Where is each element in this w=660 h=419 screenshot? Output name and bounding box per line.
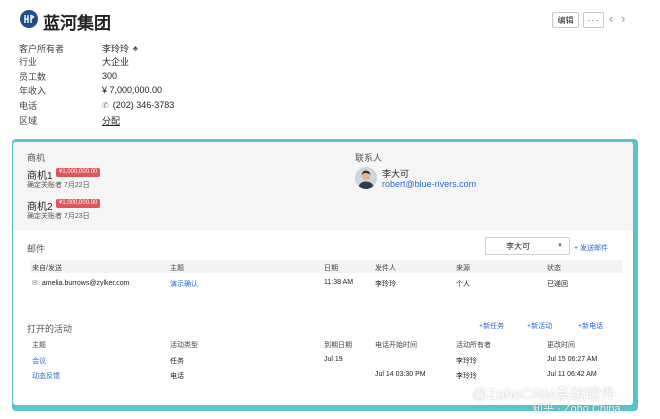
column-header[interactable]: 发件人 — [375, 263, 396, 273]
contacts-section-label: 联系人 — [355, 153, 383, 163]
account-logo-icon — [20, 10, 38, 28]
column-header[interactable]: 状态 — [547, 263, 561, 273]
activities-table-header: 主题 活动类型 到期日期 电话开始时间 活动所有者 更改时间 — [30, 337, 622, 350]
field-value[interactable]: 300 — [102, 71, 117, 81]
activity-subject-link[interactable]: 动态反馈 — [32, 371, 60, 381]
column-header[interactable]: 主题 — [32, 340, 46, 350]
column-header[interactable]: 日期 — [324, 263, 338, 273]
deal-close-date: 确定关账者 7月22日 — [27, 182, 90, 189]
column-header[interactable]: 活动所有者 — [456, 340, 491, 350]
deal-amount-badge: ¥1,000,000.00 — [56, 199, 101, 208]
related-panel: 商机 商机1 ¥1,000,000.00 确定关账者 7月22日 商机2 ¥1,… — [13, 142, 633, 405]
field-value[interactable]: 大企业 — [102, 55, 129, 68]
activity-type: 电话 — [170, 373, 184, 380]
field-label: 员工数 — [19, 71, 47, 82]
field-label: 区域 — [19, 115, 38, 126]
field-value[interactable]: ✆ (202) 346-3783 — [102, 100, 174, 110]
record-header: 蓝河集团 编辑 ··· ‹ › — [0, 0, 660, 40]
previous-record-icon[interactable]: ‹ — [609, 11, 613, 26]
mail-owner-select[interactable]: 李大可 ▼ — [485, 237, 570, 255]
activity-subject-link[interactable]: 会议 — [32, 356, 46, 366]
contact-avatar[interactable] — [355, 167, 377, 189]
next-record-icon[interactable]: › — [621, 11, 625, 26]
deal-amount-badge: ¥1,000,000.00 — [56, 168, 101, 177]
send-mail-link[interactable]: + 发送邮件 — [574, 243, 608, 253]
activity-modified: Jul 11 06:42 AM — [547, 371, 597, 378]
mail-date: 11:38 AM — [324, 279, 354, 286]
new-call-link[interactable]: +新电话 — [578, 321, 603, 331]
column-header[interactable]: 来自/发送 — [32, 263, 62, 273]
deals-section-label: 商机 — [27, 153, 46, 163]
column-header[interactable]: 主题 — [170, 263, 184, 273]
mail-section-label: 邮件 — [27, 244, 46, 254]
mail-owner-value: 李大可 — [506, 241, 530, 251]
column-header[interactable]: 来源 — [456, 263, 470, 273]
activity-modified: Jul 15 06:27 AM — [547, 356, 598, 363]
mail-from-address: amelia.burrows@zylker.com — [41, 280, 130, 287]
activity-type: 任务 — [170, 358, 184, 365]
person-icon[interactable]: ♠ — [133, 43, 138, 53]
activity-owner: 李玲玲 — [456, 373, 477, 380]
column-header[interactable]: 电话开始时间 — [375, 340, 417, 350]
deal-close-date: 确定关账者 7月23日 — [27, 213, 90, 220]
field-value[interactable]: ¥ 7,000,000.00 — [102, 85, 162, 95]
region-assign-link[interactable]: 分配 — [102, 114, 120, 127]
field-label: 年收入 — [19, 85, 47, 96]
chevron-down-icon: ▼ — [557, 243, 563, 249]
field-label: 电话 — [19, 100, 38, 111]
more-options-button[interactable]: ··· — [583, 12, 604, 28]
mail-subject-link[interactable]: 演示确认 — [170, 279, 198, 289]
deals-contacts-section: 商机 商机1 ¥1,000,000.00 确定关账者 7月22日 商机2 ¥1,… — [13, 142, 633, 230]
field-label: 客户所有者 — [19, 43, 65, 54]
mail-table-header: 来自/发送 主题 日期 发件人 来源 状态 — [30, 260, 622, 273]
field-value[interactable]: 李玲玲 ♠ — [102, 42, 138, 55]
phone-icon[interactable]: ✆ — [102, 101, 109, 110]
column-header[interactable]: 活动类型 — [170, 340, 198, 350]
mail-sender: 李玲玲 — [375, 281, 396, 288]
activity-due: Jul 19 — [324, 356, 343, 363]
phone-number[interactable]: (202) 346-3783 — [113, 100, 175, 110]
new-event-link[interactable]: +新活动 — [527, 321, 552, 331]
owner-name[interactable]: 李玲玲 — [102, 42, 129, 55]
mail-from[interactable]: ✉ amelia.burrows@zylker.com — [32, 279, 130, 287]
field-label: 行业 — [19, 56, 38, 67]
watermark-subtext: 知乎 · Zoho China — [532, 403, 621, 415]
activities-section-label: 打开的活动 — [27, 324, 73, 334]
contact-email-link[interactable]: robert@blue-rivers.com — [382, 179, 476, 189]
column-header[interactable]: 到期日期 — [324, 340, 352, 350]
edit-button[interactable]: 编辑 — [552, 12, 579, 28]
mail-icon: ✉ — [32, 280, 38, 287]
mail-source: 个人 — [456, 281, 470, 288]
activity-owner: 李玲玲 — [456, 358, 477, 365]
activity-call-start: Jul 14 03:30 PM — [375, 371, 426, 378]
mail-status: 已递回 — [547, 281, 568, 288]
account-title: 蓝河集团 — [43, 14, 111, 33]
new-task-link[interactable]: +新任务 — [479, 321, 504, 331]
column-header[interactable]: 更改时间 — [547, 340, 575, 350]
